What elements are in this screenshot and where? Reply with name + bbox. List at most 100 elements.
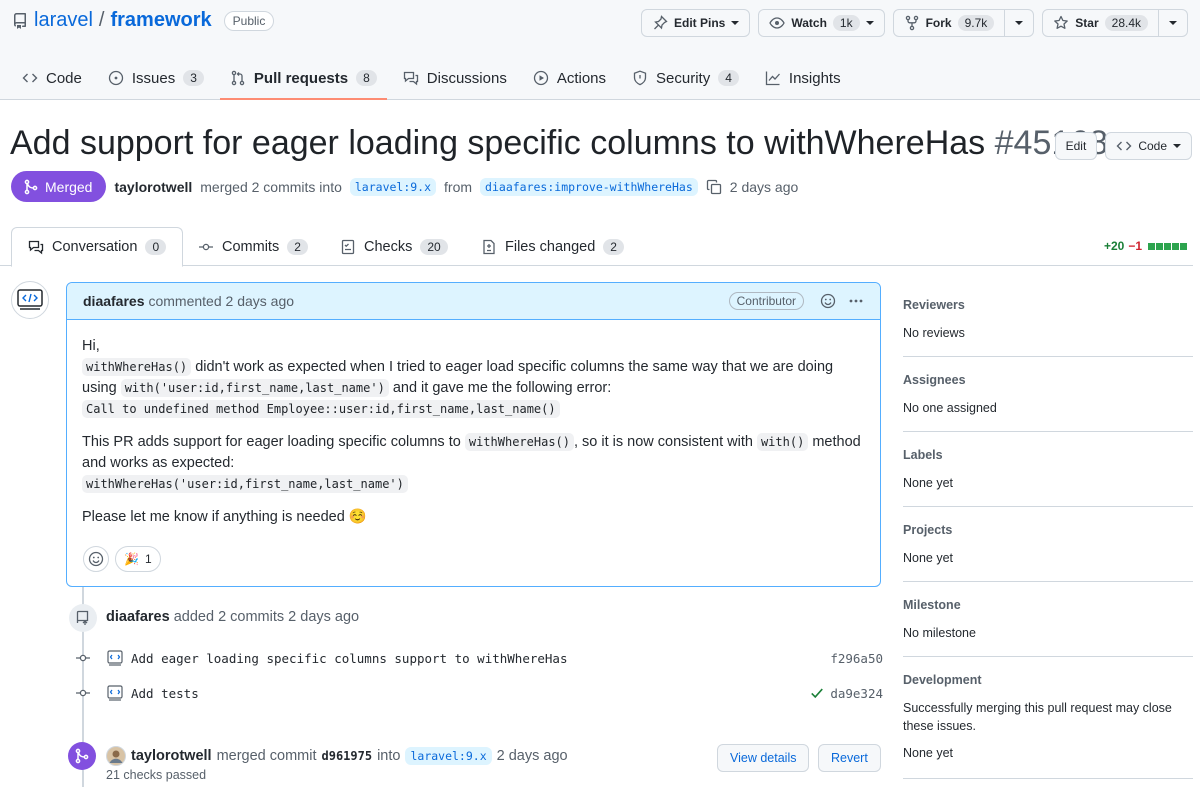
discussion-icon [403,70,419,86]
sidebar-value: None yet [903,551,954,565]
pr-state-row: Merged taylorotwell merged 2 commits int… [11,171,798,202]
contributor-badge: Contributor [728,292,804,310]
tab-label: Conversation [52,239,138,255]
tab-insights[interactable]: Insights [755,58,851,98]
merge-base-branch[interactable]: laravel:9.x [405,747,492,765]
sidebar-heading-link[interactable]: Projects [903,523,1193,537]
fork-icon [904,15,920,31]
chevron-down-icon [731,21,740,25]
edit-pins-label: Edit Pins [674,16,726,30]
pull-request-icon [230,70,246,86]
star-label: Star [1075,16,1099,30]
tab-issues[interactable]: Issues 3 [98,58,214,98]
avatar[interactable] [106,746,126,766]
tab-pull-requests[interactable]: Pull requests 8 [219,58,387,100]
watch-button[interactable]: Watch 1k [758,9,885,37]
inline-code: with('user:id,first_name,last_name') [120,379,389,397]
sidebar-heading-link[interactable]: Reviewers [903,298,1193,312]
tab-label: Insights [788,69,841,87]
repo-header: laravel / framework Public Edit Pins Wat… [0,0,1200,100]
commit-sha-link[interactable]: f296a50 [830,651,883,666]
sidebar-heading: Development [903,673,982,687]
star-dropdown[interactable] [1158,10,1187,36]
commits-event: diaafares added 2 commits 2 days ago [106,609,359,625]
sidebar-heading-link[interactable]: Assignees [903,373,1193,387]
pr-author-link[interactable]: taylorotwell [114,179,192,195]
kebab-horizontal-icon[interactable] [848,293,864,309]
check-icon [810,686,824,700]
tab-discussions[interactable]: Discussions [393,58,517,98]
diffstat: +20 −1 [1104,239,1187,253]
reaction-hooray[interactable]: 🎉 1 [115,546,161,572]
commits-author-link[interactable]: diaafares [106,609,170,625]
tab-count: 2 [287,238,308,255]
visibility-badge: Public [223,10,275,31]
star-button[interactable]: Star 28.4k [1042,9,1188,37]
tab-commits[interactable]: Commits 2 [198,227,308,266]
avatar[interactable] [11,281,49,319]
merge-time: 2 days ago [496,748,568,764]
commit-message-link[interactable]: Add eager loading specific columns suppo… [107,650,568,666]
commit-row: Add tests da9e324 [73,683,883,703]
commit-icon [73,685,93,701]
repo-owner-link[interactable]: laravel [34,9,93,32]
watch-count: 1k [832,15,860,31]
tab-code[interactable]: Code [12,58,92,98]
fork-count: 9.7k [957,15,995,31]
commit-sha-link[interactable]: da9e324 [810,686,883,701]
sidebar-heading-link[interactable]: Milestone [903,598,1193,612]
watch-label: Watch [791,16,827,30]
fork-dropdown[interactable] [1004,10,1033,36]
edit-pins-button[interactable]: Edit Pins [641,9,751,37]
star-icon [1053,15,1069,31]
smiley-icon [88,551,104,567]
commit-sha: da9e324 [830,685,883,701]
sidebar-heading-link[interactable]: Labels [903,448,1193,462]
merge-author-link[interactable]: taylorotwell [131,748,212,764]
base-branch[interactable]: laravel:9.x [349,177,437,196]
merged-state-badge: Merged [11,171,107,202]
head-branch[interactable]: diaafares:improve-withWhereHas [480,177,698,196]
checklist-icon [340,239,356,255]
comment-author-link[interactable]: diaafares [83,293,144,309]
code-dropdown-button[interactable]: Code [1105,132,1192,160]
tab-conversation[interactable]: Conversation 0 [11,227,184,267]
smiley-icon[interactable] [820,293,836,309]
additions-count: +20 [1103,239,1125,253]
verified-avatar-icon [107,650,123,666]
merged-time: 2 days ago [729,178,799,195]
tab-count: 4 [718,70,739,86]
tab-files-changed[interactable]: Files changed 2 [481,227,624,266]
view-details-button[interactable]: View details [717,744,810,772]
commit-icon [198,239,214,255]
fork-button[interactable]: Fork 9.7k [892,9,1035,37]
copy-icon[interactable] [706,179,722,195]
star-count: 28.4k [1104,15,1148,31]
add-reaction-button[interactable] [83,546,109,572]
tab-label: Actions [556,69,607,87]
tab-security[interactable]: Security 4 [622,58,749,98]
sidebar-milestone: Milestone No milestone [903,582,1193,657]
sidebar-projects: Projects None yet [903,507,1193,582]
merge-icon [23,179,39,195]
pr-sidebar: Reviewers No reviews Assignees No one as… [903,282,1193,779]
edit-title-button[interactable]: Edit [1054,132,1098,160]
tab-count: 0 [145,239,167,255]
revert-button[interactable]: Revert [818,744,881,772]
tab-actions[interactable]: Actions [523,58,616,98]
merge-commit-sha-link[interactable]: d961975 [322,749,373,763]
tab-label: Security [656,69,711,87]
chevron-down-icon [1015,21,1024,25]
shield-icon [632,70,648,86]
commit-message-link[interactable]: Add tests [107,685,199,701]
inline-code: withWhereHas('user:id,first_name,last_na… [82,475,408,493]
inline-code: Call to undefined method Employee::user:… [82,400,560,418]
greeting: Hi, [82,338,100,354]
tab-label: Files changed [505,238,596,255]
tab-checks[interactable]: Checks 20 [340,227,448,266]
tab-label: Checks [364,238,413,255]
repo-name-link[interactable]: framework [110,9,211,32]
comment-discussion-icon [28,239,44,255]
commit-sha: f296a50 [830,650,883,666]
tab-label: Pull requests [253,69,349,87]
